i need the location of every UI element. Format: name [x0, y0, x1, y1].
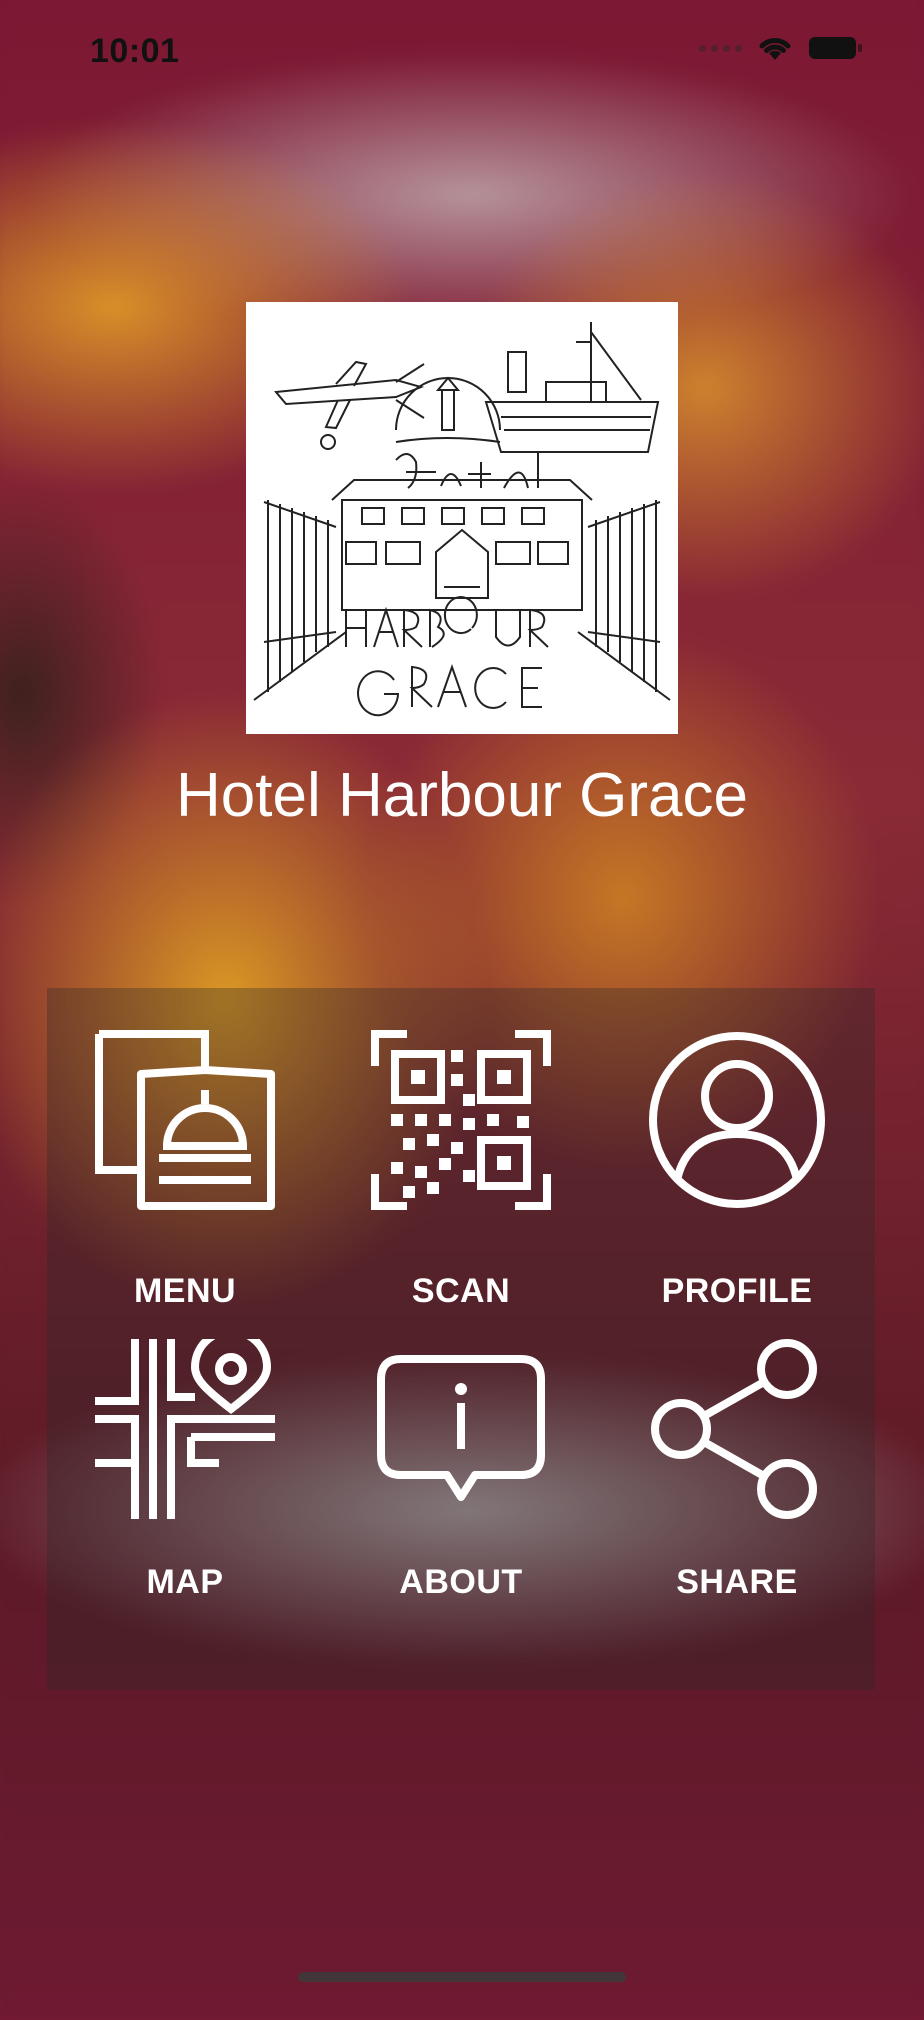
share-button[interactable]: SHARE [599, 1339, 875, 1690]
scan-button[interactable]: SCAN [323, 988, 599, 1339]
status-bar: 10:01 [0, 0, 924, 100]
profile-button[interactable]: PROFILE [599, 988, 875, 1339]
map-label: MAP [146, 1563, 224, 1601]
profile-label: PROFILE [661, 1272, 813, 1310]
status-time: 10:01 [90, 32, 180, 70]
scan-label: SCAN [411, 1272, 511, 1310]
user-profile-icon [649, 1032, 825, 1208]
hotel-title: Hotel Harbour Grace [175, 761, 749, 830]
info-bubble-icon [377, 1355, 545, 1501]
about-button[interactable]: ABOUT [323, 1339, 599, 1690]
map-pin-icon [95, 1339, 275, 1519]
menu-label: MENU [133, 1272, 237, 1310]
about-label: ABOUT [399, 1563, 523, 1601]
status-icons [699, 34, 864, 62]
menu-cloche-icon [95, 1030, 275, 1210]
share-icon [651, 1339, 817, 1519]
menu-button[interactable]: MENU [47, 988, 323, 1339]
qr-code-icon [371, 1030, 551, 1210]
battery-icon [809, 37, 862, 59]
share-label: SHARE [676, 1563, 798, 1601]
cellular-signal-icon [699, 44, 742, 52]
hotel-harbour-grace-logo [253, 322, 671, 717]
home-indicator[interactable] [298, 1972, 626, 1982]
main-menu-grid: MENU SCAN PROFILE MAP ABOUT SHARE [47, 988, 875, 1690]
wifi-icon [759, 38, 791, 60]
map-button[interactable]: MAP [47, 1339, 323, 1690]
hotel-logo [246, 302, 678, 734]
